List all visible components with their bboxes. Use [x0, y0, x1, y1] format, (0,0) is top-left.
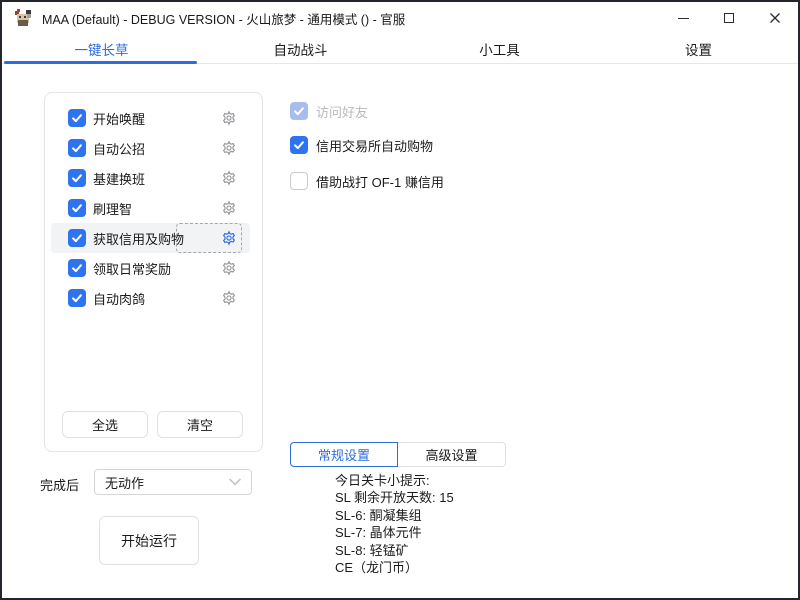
- gear-icon[interactable]: [221, 200, 237, 216]
- tab-label: 小工具: [479, 39, 520, 59]
- task-row-credit-shopping[interactable]: 获取信用及购物: [51, 223, 250, 253]
- task-label: 刷理智: [93, 199, 132, 218]
- tips-line: SL-8: 轻锰矿: [335, 542, 454, 559]
- tab-settings[interactable]: 设置: [599, 34, 798, 63]
- gear-icon[interactable]: [221, 170, 237, 186]
- window-controls: [660, 2, 798, 34]
- task-list: 开始唤醒 自动公招 基建换班 刷理智 获取信用及购物: [45, 103, 262, 313]
- window-title: MAA (Default) - DEBUG VERSION - 火山旅梦 - 通…: [42, 9, 405, 28]
- task-label: 获取信用及购物: [93, 229, 184, 248]
- task-label: 基建换班: [93, 169, 145, 188]
- tips-line: CE（龙门币）: [335, 559, 454, 576]
- option-label: 信用交易所自动购物: [316, 136, 433, 155]
- task-checkbox[interactable]: [68, 229, 86, 247]
- task-checkbox[interactable]: [68, 169, 86, 187]
- task-row-sanity[interactable]: 刷理智: [51, 193, 250, 223]
- close-icon: [769, 12, 781, 24]
- task-checkbox[interactable]: [68, 289, 86, 307]
- option-of1-credit-farming[interactable]: 借助战打 OF-1 赚信用: [290, 172, 444, 190]
- maximize-icon: [724, 13, 734, 23]
- gear-icon[interactable]: [221, 110, 237, 126]
- settings-tab-group: 常规设置 高级设置: [290, 442, 506, 467]
- minimize-button[interactable]: [660, 2, 706, 34]
- task-checkbox[interactable]: [68, 199, 86, 217]
- option-checkbox[interactable]: [290, 136, 308, 154]
- task-checkbox[interactable]: [68, 109, 86, 127]
- option-checkbox[interactable]: [290, 172, 308, 190]
- clear-button[interactable]: 清空: [157, 411, 243, 438]
- tips-line: SL-6: 酮凝集组: [335, 507, 454, 524]
- task-label: 开始唤醒: [93, 109, 145, 128]
- main-tabbar: 一键长草 自动战斗 小工具 设置: [2, 34, 798, 64]
- tips-line: SL-7: 晶体元件: [335, 524, 454, 541]
- task-row-roguelike[interactable]: 自动肉鸽: [51, 283, 250, 313]
- app-window: MAA (Default) - DEBUG VERSION - 火山旅梦 - 通…: [0, 0, 800, 600]
- after-completion-label: 完成后: [40, 475, 79, 494]
- task-checkbox[interactable]: [68, 259, 86, 277]
- tab-small-tools[interactable]: 小工具: [400, 34, 599, 63]
- task-checkbox[interactable]: [68, 139, 86, 157]
- after-completion-select[interactable]: 无动作: [94, 469, 252, 495]
- tab-onekey-farm[interactable]: 一键长草: [2, 34, 201, 63]
- maximize-button[interactable]: [706, 2, 752, 34]
- task-row-infrast[interactable]: 基建换班: [51, 163, 250, 193]
- task-row-daily-rewards[interactable]: 领取日常奖励: [51, 253, 250, 283]
- option-label: 借助战打 OF-1 赚信用: [316, 172, 444, 191]
- titlebar: MAA (Default) - DEBUG VERSION - 火山旅梦 - 通…: [2, 2, 798, 34]
- task-list-card: 开始唤醒 自动公招 基建换班 刷理智 获取信用及购物: [44, 92, 263, 452]
- tab-auto-battle[interactable]: 自动战斗: [201, 34, 400, 63]
- tips-line: 今日关卡小提示:: [335, 472, 454, 489]
- task-label: 自动肉鸽: [93, 289, 145, 308]
- minimize-icon: [678, 18, 689, 19]
- gear-icon[interactable]: [221, 290, 237, 306]
- gear-icon[interactable]: [221, 230, 237, 246]
- after-completion-value: 无动作: [105, 473, 144, 492]
- select-all-button[interactable]: 全选: [62, 411, 148, 438]
- option-credit-store-auto-buy[interactable]: 信用交易所自动购物: [290, 136, 433, 154]
- task-row-wakeup[interactable]: 开始唤醒: [51, 103, 250, 133]
- task-row-recruit[interactable]: 自动公招: [51, 133, 250, 163]
- close-button[interactable]: [752, 2, 798, 34]
- tab-label: 一键长草: [75, 39, 129, 59]
- settings-tab-general[interactable]: 常规设置: [290, 442, 398, 467]
- settings-tab-advanced[interactable]: 高级设置: [398, 442, 506, 467]
- option-label: 访问好友: [316, 102, 368, 121]
- task-label: 领取日常奖励: [93, 259, 171, 278]
- gear-icon[interactable]: [221, 140, 237, 156]
- option-visit-friends: 访问好友: [290, 102, 368, 120]
- app-icon: [13, 8, 33, 28]
- tab-label: 自动战斗: [274, 39, 328, 59]
- tab-label: 设置: [685, 39, 712, 59]
- daily-stage-tips: 今日关卡小提示: SL 剩余开放天数: 15 SL-6: 酮凝集组 SL-7: …: [335, 472, 454, 576]
- option-checkbox: [290, 102, 308, 120]
- tips-line: SL 剩余开放天数: 15: [335, 489, 454, 506]
- task-label: 自动公招: [93, 139, 145, 158]
- gear-icon[interactable]: [221, 260, 237, 276]
- chevron-down-icon: [228, 478, 242, 486]
- start-run-button[interactable]: 开始运行: [99, 516, 199, 565]
